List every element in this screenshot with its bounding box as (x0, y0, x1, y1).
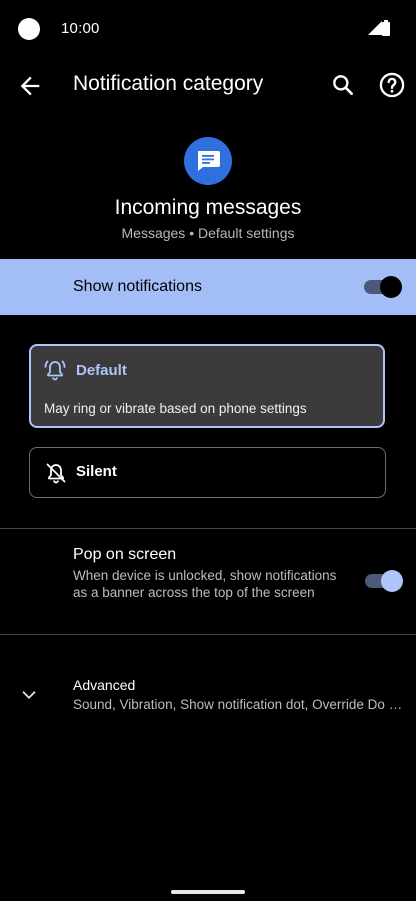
signal-icon (368, 21, 382, 35)
advanced-description: Sound, Vibration, Show notification dot,… (73, 697, 403, 712)
home-indicator[interactable] (171, 890, 245, 894)
status-bar: 10:00 (0, 0, 416, 58)
show-notifications-label: Show notifications (73, 278, 202, 295)
default-option-description: May ring or vibrate based on phone setti… (44, 401, 307, 416)
chevron-down-icon[interactable] (18, 684, 40, 706)
message-bubble-icon (198, 151, 220, 171)
pop-on-screen-toggle[interactable] (365, 570, 403, 592)
silent-option-label: Silent (76, 463, 117, 480)
silent-option-card[interactable]: Silent (29, 447, 386, 498)
default-option-card[interactable]: Default May ring or vibrate based on pho… (29, 344, 385, 428)
back-arrow-icon[interactable] (16, 72, 44, 100)
show-notifications-toggle[interactable] (364, 276, 402, 298)
default-option-label: Default (76, 362, 127, 379)
advanced-title[interactable]: Advanced (73, 677, 135, 693)
ringing-bell-icon (44, 360, 66, 381)
category-subtitle: Messages • Default settings (121, 225, 295, 241)
messages-app-icon (184, 137, 232, 185)
divider (0, 528, 416, 529)
divider (0, 634, 416, 635)
bell-off-icon (46, 463, 66, 484)
search-icon[interactable] (330, 72, 356, 98)
status-time: 10:00 (61, 20, 100, 37)
pop-on-screen-title: Pop on screen (73, 546, 177, 563)
screen: 10:00 Notification category Incoming mes… (0, 0, 416, 901)
pop-on-screen-description: When device is unlocked, show notificati… (73, 568, 337, 600)
camera-cutout (18, 18, 40, 40)
toggle-knob (380, 276, 402, 298)
show-notifications-row[interactable]: Show notifications (0, 259, 416, 315)
category-title: Incoming messages (114, 196, 302, 219)
toggle-knob (381, 570, 403, 592)
page-title: Notification category (73, 72, 264, 95)
help-icon[interactable] (378, 71, 406, 99)
battery-icon (382, 20, 390, 36)
app-bar: Notification category (0, 58, 416, 114)
